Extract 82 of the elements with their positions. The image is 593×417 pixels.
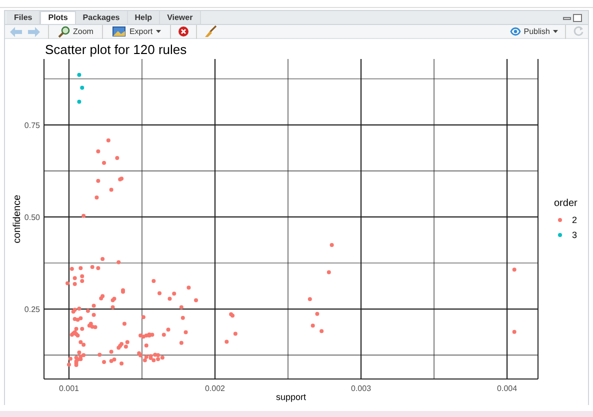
data-point xyxy=(72,276,77,280)
data-point xyxy=(330,242,334,247)
data-point xyxy=(96,266,100,270)
data-point xyxy=(326,270,331,274)
image-icon xyxy=(112,26,126,37)
data-point xyxy=(184,330,188,334)
data-point xyxy=(109,188,114,192)
data-point xyxy=(86,308,90,313)
data-point xyxy=(102,160,106,165)
data-point xyxy=(194,298,198,302)
data-point xyxy=(512,268,516,272)
publish-button[interactable]: Publish xyxy=(510,26,558,38)
data-point xyxy=(120,362,124,366)
data-point xyxy=(224,340,229,344)
data-point xyxy=(512,330,516,334)
remove-icon[interactable] xyxy=(178,26,189,37)
data-point xyxy=(82,214,86,218)
y-axis-title: confidence xyxy=(12,194,23,244)
data-point xyxy=(100,256,105,261)
data-point xyxy=(116,260,121,264)
data-point xyxy=(315,312,320,316)
broom-icon[interactable] xyxy=(204,25,217,38)
data-point xyxy=(186,286,191,290)
data-point xyxy=(102,360,106,364)
data-point xyxy=(320,329,324,334)
x-tick-label: 0.004 xyxy=(497,384,518,393)
data-point xyxy=(98,352,102,357)
data-point xyxy=(96,149,100,154)
data-point xyxy=(68,356,72,361)
data-point xyxy=(78,266,83,270)
plot-title: Scatter plot for 120 rules xyxy=(45,42,187,57)
minimize-icon[interactable] xyxy=(563,16,571,20)
data-point xyxy=(122,322,126,326)
data-point xyxy=(96,178,100,183)
publish-icon xyxy=(510,27,521,36)
pane-tab[interactable]: Viewer xyxy=(160,11,201,24)
data-point xyxy=(180,316,185,320)
data-point xyxy=(66,362,71,367)
export-button[interactable]: Export xyxy=(110,26,163,38)
data-point xyxy=(158,291,162,296)
data-point xyxy=(77,100,82,104)
data-point xyxy=(72,282,77,286)
x-axis-title: support xyxy=(276,392,306,402)
y-tick-label: 0.50 xyxy=(24,212,40,222)
caret-icon xyxy=(156,30,161,33)
zoom-button[interactable]: Zoom xyxy=(56,26,96,38)
data-point xyxy=(80,326,84,331)
data-point xyxy=(308,297,312,302)
data-point xyxy=(77,72,82,77)
data-point xyxy=(92,304,96,308)
data-point xyxy=(106,138,110,142)
data-point xyxy=(152,279,156,284)
data-point xyxy=(90,265,94,270)
pane-tab[interactable]: Help xyxy=(128,11,160,24)
pane-tab[interactable]: Packages xyxy=(76,11,128,24)
y-tick-label: 0.25 xyxy=(24,305,40,314)
legend-label: 2 xyxy=(572,215,578,225)
data-point xyxy=(109,350,114,354)
magnifier-icon xyxy=(58,26,70,38)
data-point xyxy=(310,324,315,328)
pane-tab[interactable]: Files xyxy=(7,11,40,24)
data-point xyxy=(233,332,238,336)
pane-tab[interactable]: Plots xyxy=(40,11,76,24)
data-point xyxy=(115,156,120,160)
data-point xyxy=(110,305,115,310)
data-point xyxy=(179,340,184,345)
y-tick-label: 0.75 xyxy=(24,120,40,130)
data-point xyxy=(66,281,70,286)
x-tick-label: 0.001 xyxy=(58,384,79,393)
x-tick-label: 0.002 xyxy=(204,384,225,393)
legend-label: 3 xyxy=(572,230,578,240)
data-point xyxy=(80,86,84,90)
data-point xyxy=(179,305,184,310)
caret-icon xyxy=(553,30,558,33)
data-point xyxy=(92,312,96,317)
data-point xyxy=(141,315,146,320)
legend-title: order xyxy=(554,198,578,209)
data-point xyxy=(94,195,99,200)
data-point xyxy=(144,344,148,348)
data-point xyxy=(70,266,74,271)
maximize-icon[interactable] xyxy=(573,14,582,22)
x-tick-label: 0.003 xyxy=(351,384,372,393)
